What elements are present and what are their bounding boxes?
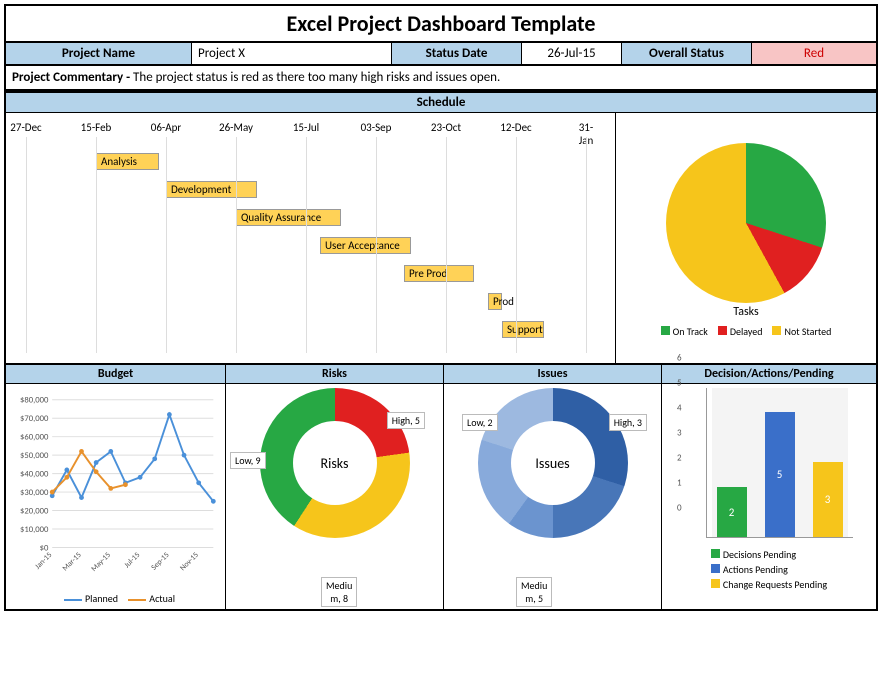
decisions-chart: 0123456 2 5 3 Decisions Pending Actions …: [662, 384, 876, 609]
legend-actions: Actions Pending: [723, 563, 788, 576]
risks-chart: Risks High, 5 Low, 9 Mediu m, 8: [226, 384, 444, 609]
issues-high-label: High, 3: [609, 414, 647, 431]
gantt-bar: Prod: [488, 293, 502, 310]
gantt-tick: 03-Sep: [361, 121, 392, 134]
svg-text:Sep-15: Sep-15: [150, 551, 172, 573]
legend-delayed: Delayed: [718, 325, 763, 338]
quads: $0$10,000$20,000$30,000$40,000$50,000$60…: [6, 384, 876, 609]
issues-donut: Issues: [478, 388, 628, 538]
svg-text:$10,000: $10,000: [20, 525, 49, 535]
svg-text:Jan-15: Jan-15: [34, 551, 55, 572]
page-title: Excel Project Dashboard Template: [6, 6, 876, 43]
decisions-header: Decision/Actions/Pending: [662, 365, 876, 383]
gantt-bar: Pre Prod: [404, 265, 474, 282]
schedule-wrap: 27-Dec 15-Feb 06-Apr 26-May 15-Jul 03-Sep 23-O…: [6, 113, 876, 363]
risks-high-label: High, 5: [387, 412, 425, 429]
project-name-value[interactable]: Project X: [192, 43, 392, 64]
gantt-tick: 27-Dec: [10, 121, 41, 134]
issues-low-label: Low, 2: [462, 414, 498, 431]
gantt-chart: 27-Dec 15-Feb 06-Apr 26-May 15-Jul 03-Sep 23-O…: [6, 113, 616, 363]
svg-text:Nov-15: Nov-15: [179, 551, 201, 573]
overall-status-label: Overall Status: [622, 43, 752, 64]
risks-donut: Risks: [260, 388, 410, 538]
svg-text:$60,000: $60,000: [20, 433, 49, 443]
status-date-label: Status Date: [392, 43, 522, 64]
legend-on-track: On Track: [661, 325, 708, 338]
header-row: Project Name Project X Status Date 26-Ju…: [6, 43, 876, 66]
gantt-tick: 15-Feb: [81, 121, 112, 134]
tasks-pie: [666, 143, 826, 303]
legend-actual: Actual: [149, 592, 175, 605]
bar-actions: 5: [765, 412, 795, 537]
svg-text:$20,000: $20,000: [20, 506, 49, 516]
project-name-label: Project Name: [6, 43, 192, 64]
svg-text:$50,000: $50,000: [20, 451, 49, 461]
svg-text:$70,000: $70,000: [20, 414, 49, 424]
gantt-tick: 12-Dec: [500, 121, 531, 134]
legend-planned: Planned: [85, 592, 118, 605]
legend-change: Change Requests Pending: [723, 578, 827, 591]
gantt-bar: Support: [502, 321, 544, 338]
legend-decisions: Decisions Pending: [723, 548, 796, 561]
issues-header: Issues: [444, 365, 662, 383]
decisions-legend: Decisions Pending Actions Pending Change…: [711, 546, 827, 593]
gantt-tick: 23-Oct: [431, 121, 461, 134]
gantt-tick: 26-May: [219, 121, 253, 134]
status-date-value[interactable]: 26-Jul-15: [522, 43, 622, 64]
svg-text:Mar-15: Mar-15: [61, 551, 84, 574]
budget-chart: $0$10,000$20,000$30,000$40,000$50,000$60…: [6, 384, 226, 609]
svg-text:May-15: May-15: [90, 551, 113, 574]
svg-text:$40,000: $40,000: [20, 469, 49, 479]
decisions-bars: 2 5 3: [706, 388, 853, 538]
risks-medium-label: Mediu m, 8: [321, 577, 357, 607]
gantt-bar: Development: [166, 181, 257, 198]
budget-legend: Planned Actual: [10, 592, 221, 605]
tasks-pie-panel: Tasks On Track Delayed Not Started: [616, 113, 876, 363]
commentary: Project Commentary - The project status …: [6, 66, 876, 91]
budget-header: Budget: [6, 365, 226, 383]
bar-change: 3: [813, 462, 843, 537]
issues-center: Issues: [478, 388, 628, 538]
bar-decisions: 2: [717, 487, 747, 537]
gantt-tick: 15-Jul: [293, 121, 319, 134]
gantt-bar: Analysis: [96, 153, 159, 170]
overall-status-value: Red: [752, 43, 876, 64]
commentary-label: Project Commentary -: [12, 70, 133, 85]
tasks-pie-label: Tasks: [733, 305, 758, 319]
dashboard: Excel Project Dashboard Template Project…: [4, 4, 878, 611]
tasks-legend: On Track Delayed Not Started: [661, 325, 832, 338]
risks-low-label: Low, 9: [230, 452, 266, 469]
gantt-bar: Quality Assurance: [236, 209, 341, 226]
svg-text:Jul-15: Jul-15: [123, 551, 142, 570]
svg-text:$80,000: $80,000: [20, 396, 49, 406]
legend-not-started: Not Started: [772, 325, 831, 338]
commentary-text: The project status is red as there too m…: [133, 70, 500, 85]
schedule-header: Schedule: [6, 91, 876, 113]
issues-medium-label: Mediu m, 5: [516, 577, 552, 607]
quad-headers: Budget Risks Issues Decision/Actions/Pen…: [6, 363, 876, 384]
svg-text:$30,000: $30,000: [20, 488, 49, 498]
gantt-bar: User Acceptance: [320, 237, 411, 254]
risks-center: Risks: [260, 388, 410, 538]
gantt-tick: 06-Apr: [151, 121, 182, 134]
risks-header: Risks: [226, 365, 444, 383]
issues-chart: Issues High, 3 Low, 2 Mediu m, 5: [444, 384, 662, 609]
